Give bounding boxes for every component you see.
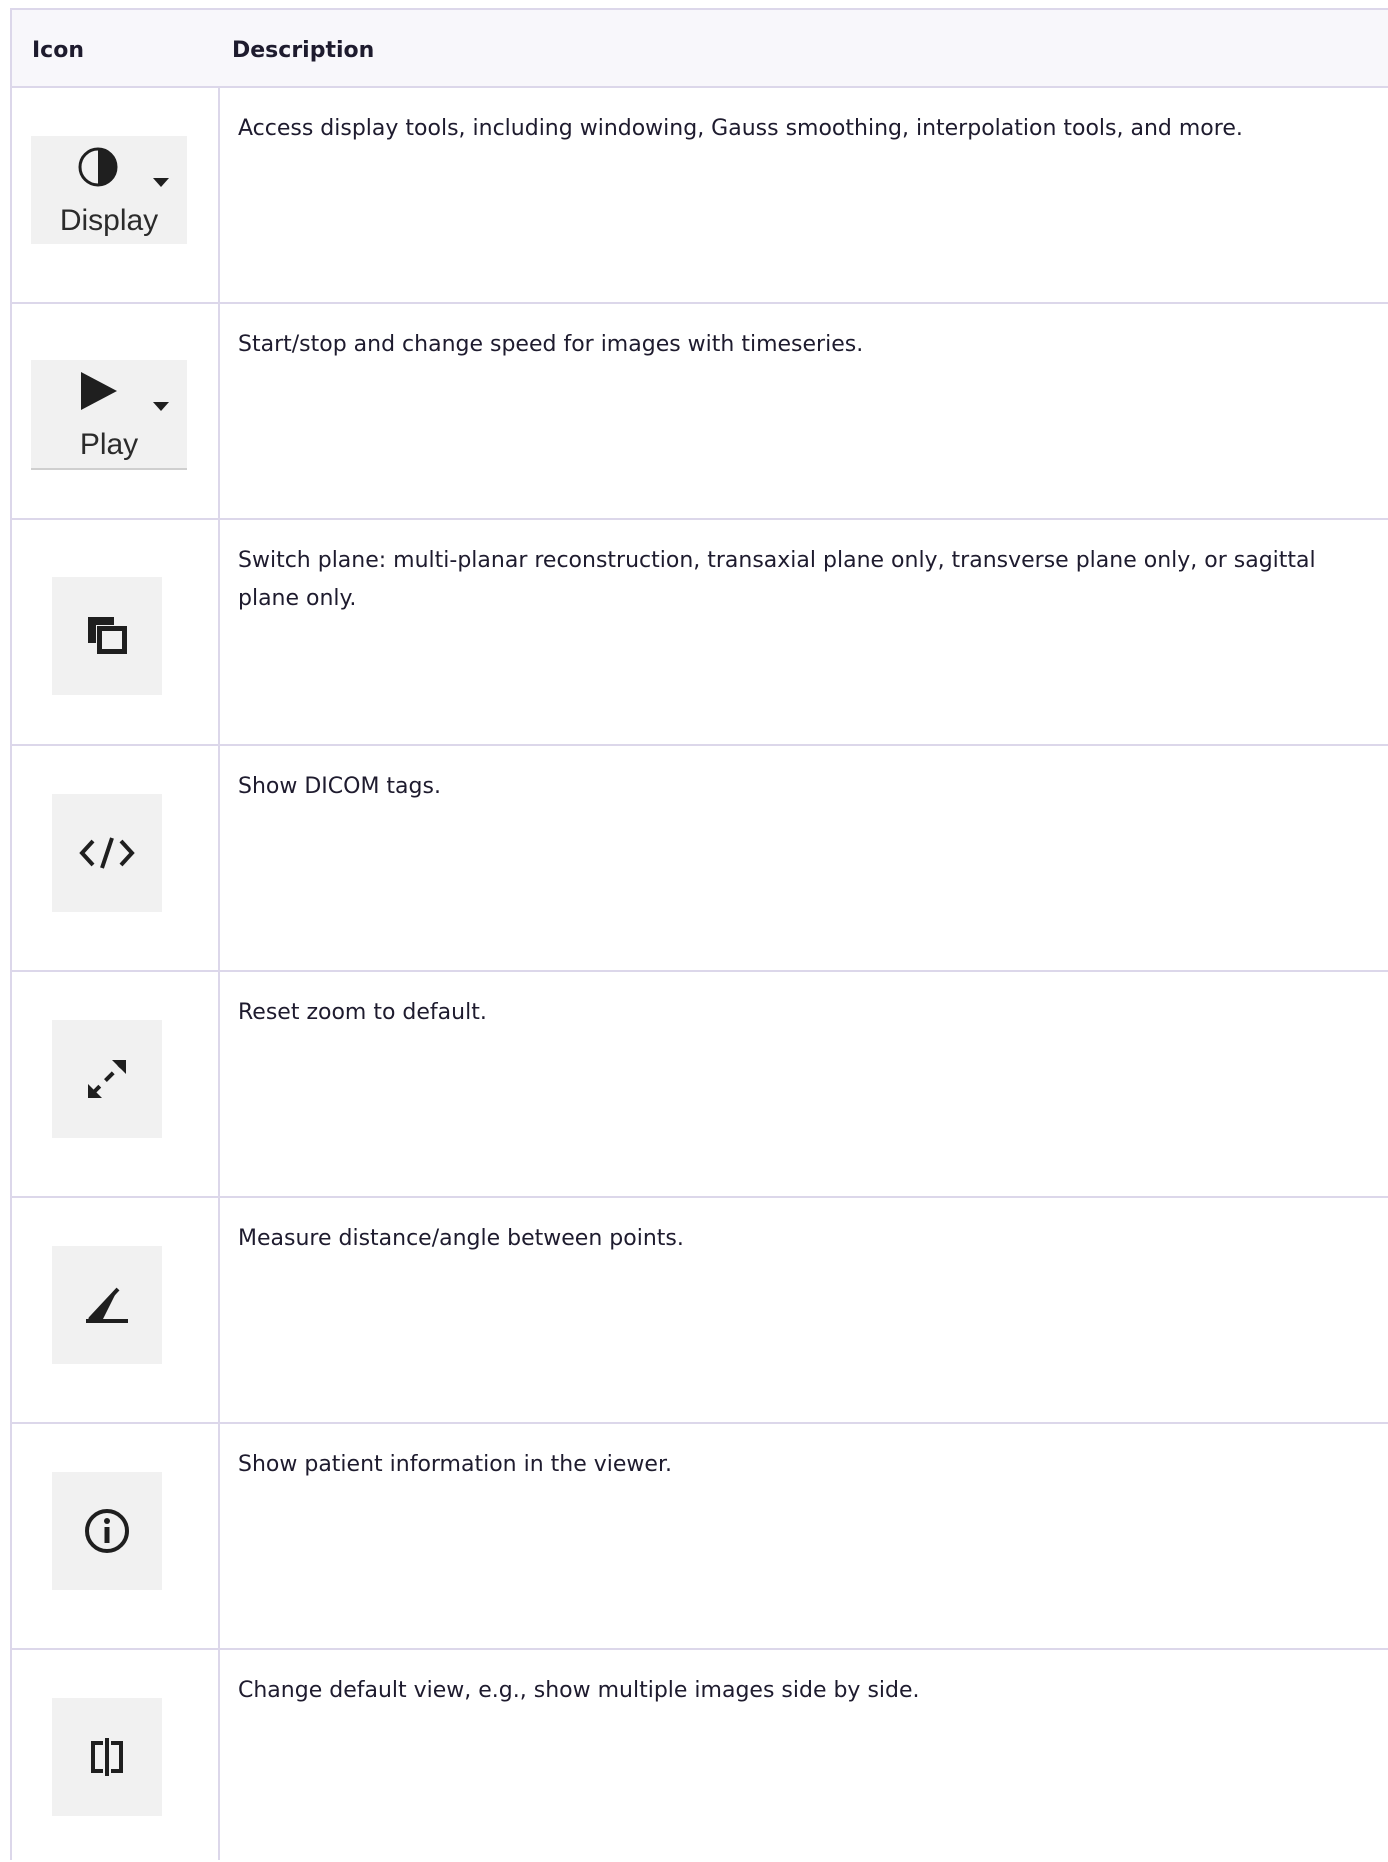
split-view-icon [91, 1738, 123, 1776]
patient-info-button[interactable] [52, 1472, 162, 1590]
table-row: Play Start/stop and change speed for ima… [12, 304, 1388, 520]
dicom-tags-button[interactable] [52, 794, 162, 912]
row-description: Measure distance/angle between points. [238, 1226, 684, 1251]
row-description: Change default view, e.g., show multiple… [238, 1678, 920, 1703]
play-label: Play [79, 428, 139, 461]
row-description: Show DICOM tags. [238, 774, 441, 799]
row-description: Reset zoom to default. [238, 1000, 487, 1025]
measure-button[interactable] [52, 1246, 162, 1364]
table-row: Measure distance/angle between points. [12, 1198, 1388, 1424]
chevron-down-icon [153, 402, 169, 411]
table-row: Show DICOM tags. [12, 746, 1388, 972]
row-description: Start/stop and change speed for images w… [238, 332, 864, 357]
display-contrast-icon [78, 147, 118, 187]
angle-measure-icon [86, 1287, 128, 1323]
info-icon [85, 1509, 129, 1553]
split-view-button[interactable] [52, 1698, 162, 1816]
table-row: Switch plane: multi-planar reconstructio… [12, 520, 1388, 746]
switch-plane-button[interactable] [52, 577, 162, 695]
display-button[interactable]: Display [31, 136, 187, 244]
code-tags-icon [79, 837, 135, 869]
play-button[interactable]: Play [31, 360, 187, 470]
icon-table: Icon Description Display Access display … [10, 8, 1388, 1860]
description-column-header: Description [232, 38, 375, 63]
table-row: Display Access display tools, including … [12, 88, 1388, 304]
table-header: Icon Description [12, 10, 1388, 88]
icon-column-header: Icon [32, 38, 85, 63]
table-row: Show patient information in the viewer. [12, 1424, 1388, 1650]
resize-arrows-icon [88, 1060, 126, 1098]
chevron-down-icon [153, 178, 169, 187]
table-row: Reset zoom to default. [12, 972, 1388, 1198]
reset-zoom-button[interactable] [52, 1020, 162, 1138]
play-icon [81, 372, 117, 410]
row-description: Access display tools, including windowin… [238, 116, 1243, 141]
row-description: Show patient information in the viewer. [238, 1452, 672, 1477]
display-label: Display [59, 204, 159, 237]
switch-plane-icon [88, 617, 127, 654]
row-description: Switch plane: multi-planar reconstructio… [238, 548, 1316, 611]
table-row: Change default view, e.g., show multiple… [12, 1650, 1388, 1862]
